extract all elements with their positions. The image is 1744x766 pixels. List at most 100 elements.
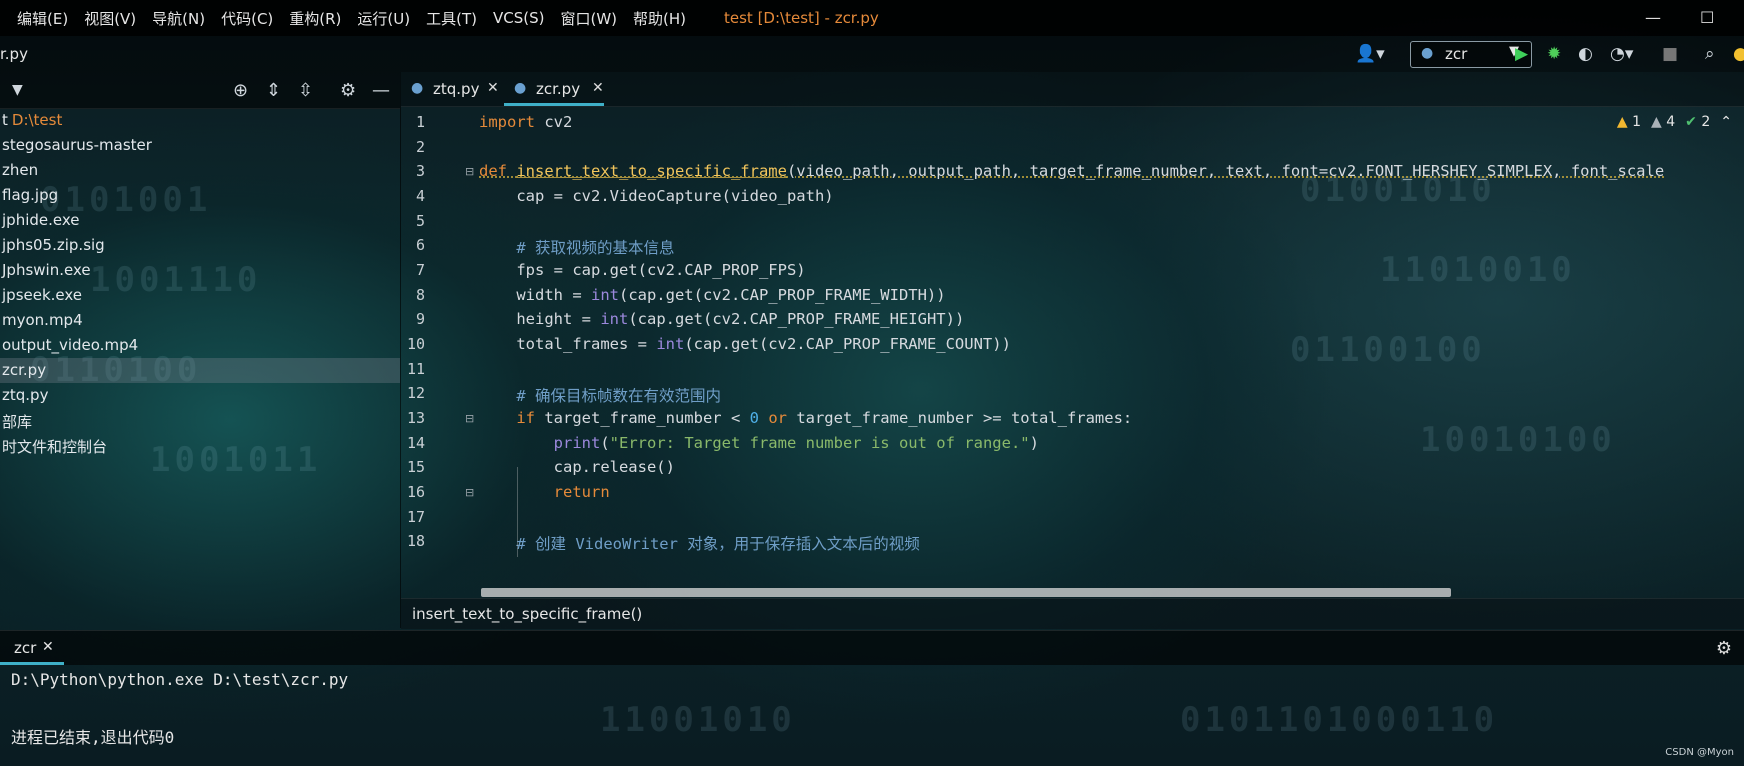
close-icon[interactable]: ✕ bbox=[42, 639, 54, 655]
tree-item-label: zhen bbox=[2, 161, 39, 179]
tree-item-file[interactable]: jphide.exe bbox=[0, 208, 400, 233]
stop-icon[interactable]: ■ bbox=[1662, 44, 1678, 64]
gear-icon[interactable]: ⚙ bbox=[1716, 638, 1732, 659]
code-area[interactable]: import cv2 def insert_text_to_specific_f… bbox=[479, 107, 1744, 597]
line-number: 2 bbox=[415, 138, 425, 156]
tree-item-scratches[interactable]: 时文件和控制台 bbox=[0, 433, 400, 458]
tab-ztq-py[interactable]: ● ztq.py ✕ bbox=[401, 72, 501, 106]
fold-marker-icon[interactable]: ⊟ bbox=[465, 412, 474, 425]
code-line: print("Error: Target frame number is out… bbox=[553, 434, 1039, 452]
tree-item-label: stegosaurus-master bbox=[2, 136, 152, 154]
tree-item-label: output_video.mp4 bbox=[2, 336, 139, 354]
run-configuration-select[interactable]: ● zcr ▼ bbox=[1410, 41, 1532, 68]
project-tree: t D:\test stegosaurus-master zhen flag.jp… bbox=[0, 108, 400, 628]
line-number: 5 bbox=[415, 212, 425, 230]
tree-root[interactable]: t D:\test bbox=[0, 108, 400, 133]
menu-refactor[interactable]: 重构(R) bbox=[281, 8, 349, 29]
menu-code[interactable]: 代码(C) bbox=[213, 8, 281, 29]
update-icon[interactable]: ● bbox=[1733, 44, 1744, 64]
menu-view[interactable]: 视图(V) bbox=[76, 8, 144, 29]
tree-item-file[interactable]: flag.jpg bbox=[0, 183, 400, 208]
tree-item-file[interactable]: output_video.mp4 bbox=[0, 333, 400, 358]
close-icon[interactable]: ✕ bbox=[487, 80, 499, 96]
line-number: 16 bbox=[406, 483, 425, 501]
tree-item-file-selected[interactable]: zcr.py bbox=[0, 358, 400, 383]
menu-tools[interactable]: 工具(T) bbox=[418, 8, 485, 29]
profile-icon[interactable]: ◔▾ bbox=[1610, 44, 1633, 64]
coverage-icon[interactable]: ◐ bbox=[1578, 44, 1593, 64]
code-line: return bbox=[479, 483, 610, 501]
run-console[interactable]: D:\Python\python.exe D:\test\zcr.py 进程已结… bbox=[0, 664, 1744, 766]
line-number: 13 bbox=[406, 409, 425, 427]
warning-icon: ▲ 1 bbox=[1616, 114, 1642, 130]
gear-icon[interactable]: ⚙ bbox=[340, 80, 356, 101]
menu-navigate[interactable]: 导航(N) bbox=[144, 8, 213, 29]
locate-icon[interactable]: ⊕ bbox=[233, 80, 248, 101]
warning-count: 1 bbox=[1632, 114, 1642, 130]
code-line: def insert_text_to_specific_frame(video_… bbox=[479, 162, 1665, 180]
tree-item-label: jpseek.exe bbox=[2, 286, 83, 304]
tree-item-folder[interactable]: zhen bbox=[0, 158, 400, 183]
tree-item-file[interactable]: jpseek.exe bbox=[0, 283, 400, 308]
project-panel-header: ▼ ⊕ ⇕ ⇳ ⚙ — bbox=[0, 72, 400, 109]
user-icon[interactable]: 👤▾ bbox=[1355, 44, 1385, 64]
tab-label: zcr.py bbox=[536, 80, 581, 98]
maximize-button[interactable]: ☐ bbox=[1700, 8, 1714, 27]
collapse-all-icon[interactable]: ⇳ bbox=[298, 80, 313, 101]
inspection-widget[interactable]: ▲ 1 ▲ 4 ✔ 2 ⌃ bbox=[1617, 114, 1732, 130]
horizontal-scrollbar[interactable] bbox=[481, 588, 1451, 597]
fold-end-icon[interactable]: ⊟ bbox=[465, 486, 474, 499]
breadcrumb-function[interactable]: insert_text_to_specific_frame() bbox=[412, 605, 642, 623]
tab-label: ztq.py bbox=[433, 80, 480, 98]
tree-item-file[interactable]: jphs05.zip.sig bbox=[0, 233, 400, 258]
menu-help[interactable]: 帮助(H) bbox=[625, 8, 694, 29]
code-line: total_frames = int(cap.get(cv2.CAP_PROP_… bbox=[479, 335, 1011, 353]
menu-window[interactable]: 窗口(W) bbox=[552, 8, 625, 29]
hide-panel-icon[interactable]: — bbox=[372, 80, 390, 101]
line-number: 7 bbox=[415, 261, 425, 279]
python-file-icon: ● bbox=[411, 80, 424, 96]
line-number: 9 bbox=[415, 310, 425, 328]
code-line: height = int(cap.get(cv2.CAP_PROP_FRAME_… bbox=[479, 310, 965, 328]
line-number: 17 bbox=[406, 508, 425, 526]
line-number: 6 bbox=[415, 236, 425, 254]
code-editor[interactable]: 1 2 3 4 5 6 7 8 9 10 11 12 13 14 15 16 1… bbox=[401, 107, 1744, 597]
expand-all-icon[interactable]: ⇕ bbox=[266, 80, 281, 101]
code-comment: # 创建 VideoWriter 对象，用于保存插入文本后的视频 bbox=[479, 535, 920, 553]
tab-zcr-py[interactable]: ● zcr.py ✕ bbox=[504, 72, 604, 106]
line-number: 3 bbox=[415, 162, 425, 180]
typo-check-icon: ✔ 2 bbox=[1685, 114, 1711, 130]
tree-item-external-libraries[interactable]: 部库 bbox=[0, 408, 400, 433]
code-line: cap.release() bbox=[479, 458, 675, 476]
tree-item-file[interactable]: myon.mp4 bbox=[0, 308, 400, 333]
run-tab-zcr[interactable]: zcr ✕ bbox=[0, 631, 64, 665]
line-number: 8 bbox=[415, 286, 425, 304]
chevron-down-icon[interactable]: ▼ bbox=[12, 82, 23, 98]
code-comment: # 获取视频的基本信息 bbox=[479, 239, 675, 257]
menu-edit[interactable]: 编辑(E) bbox=[0, 8, 76, 29]
fold-marker-icon[interactable]: ⊟ bbox=[465, 165, 474, 178]
menu-vcs[interactable]: VCS(S) bbox=[485, 9, 552, 27]
run-icon[interactable]: ▶ bbox=[1515, 44, 1528, 64]
tree-item-folder[interactable]: stegosaurus-master bbox=[0, 133, 400, 158]
navigation-bar: r.py 👤▾ ● zcr ▼ ▶ ✹ ◐ ◔▾ ■ ⌕ ● bbox=[0, 36, 1744, 72]
chevron-up-icon[interactable]: ⌃ bbox=[1720, 114, 1732, 130]
nav-breadcrumb[interactable]: r.py bbox=[0, 45, 28, 63]
menu-run[interactable]: 运行(U) bbox=[349, 8, 418, 29]
minimize-button[interactable]: — bbox=[1645, 8, 1661, 27]
console-line: 进程已结束,退出代码0 bbox=[11, 728, 175, 747]
tree-item-file[interactable]: ztq.py bbox=[0, 383, 400, 408]
code-line: cap = cv2.VideoCapture(video_path) bbox=[479, 187, 834, 205]
line-number: 14 bbox=[406, 434, 425, 452]
menu-bar: 编辑(E) 视图(V) 导航(N) 代码(C) 重构(R) 运行(U) 工具(T… bbox=[0, 0, 1744, 36]
line-number: 11 bbox=[406, 360, 425, 378]
close-icon[interactable]: ✕ bbox=[592, 80, 604, 96]
line-number: 10 bbox=[406, 335, 425, 353]
tree-item-label: flag.jpg bbox=[2, 186, 59, 204]
editor-breadcrumb[interactable]: insert_text_to_specific_frame() bbox=[401, 598, 1744, 629]
tree-item-file[interactable]: Jphswin.exe bbox=[0, 258, 400, 283]
line-number: 4 bbox=[415, 187, 425, 205]
debug-icon[interactable]: ✹ bbox=[1547, 44, 1561, 64]
ok-count: 2 bbox=[1701, 114, 1711, 130]
search-icon[interactable]: ⌕ bbox=[1705, 44, 1715, 64]
